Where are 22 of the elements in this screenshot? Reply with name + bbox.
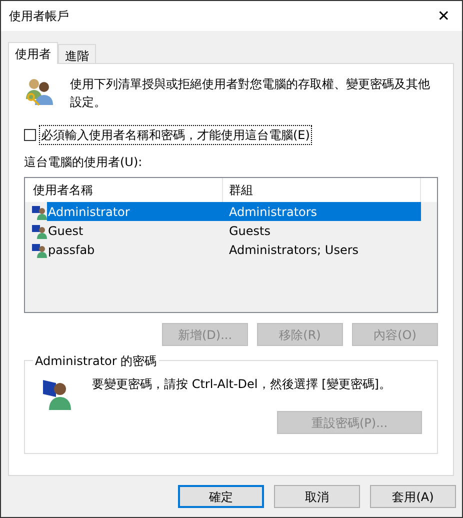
intro-text: 使用下列清單授與或拒絕使用者對您電腦的存取權、變更密碼及其他設定。 [70,76,431,111]
dialog-button[interactable]: 套用(A) [370,485,456,508]
users-label: 這台電腦的使用者(U): [24,154,144,171]
user-icon [31,204,47,220]
checkbox-label[interactable]: 必須輸入使用者名稱和密碼，才能使用這台電腦(E) [39,125,312,145]
user-group[interactable]: Administrators [223,202,421,221]
password-hint: 要變更密碼，請按 Ctrl-Alt-Del，然後選擇 [變更密碼]。 [92,376,391,393]
close-button[interactable]: ✕ [433,4,454,28]
user-list[interactable]: 使用者名稱 群組 Administrator Administrators Guest Guests passfab Administrators; Users [24,177,438,313]
dialog-button[interactable]: 取消 [274,485,360,508]
user-name[interactable]: Guest [47,221,223,240]
user-group[interactable]: Administrators; Users [223,240,421,259]
user-icon [31,242,47,258]
user-name[interactable]: Administrator [47,202,223,221]
user-icon [31,222,47,238]
dialog-button[interactable]: 確定 [178,485,264,508]
checkbox[interactable] [24,129,36,141]
window-title: 使用者帳戶 [9,8,69,25]
tab[interactable]: 進階 [58,44,96,63]
user-group[interactable]: Guests [223,221,421,240]
tab[interactable]: 使用者 [8,42,58,64]
user-name[interactable]: passfab [47,240,223,259]
